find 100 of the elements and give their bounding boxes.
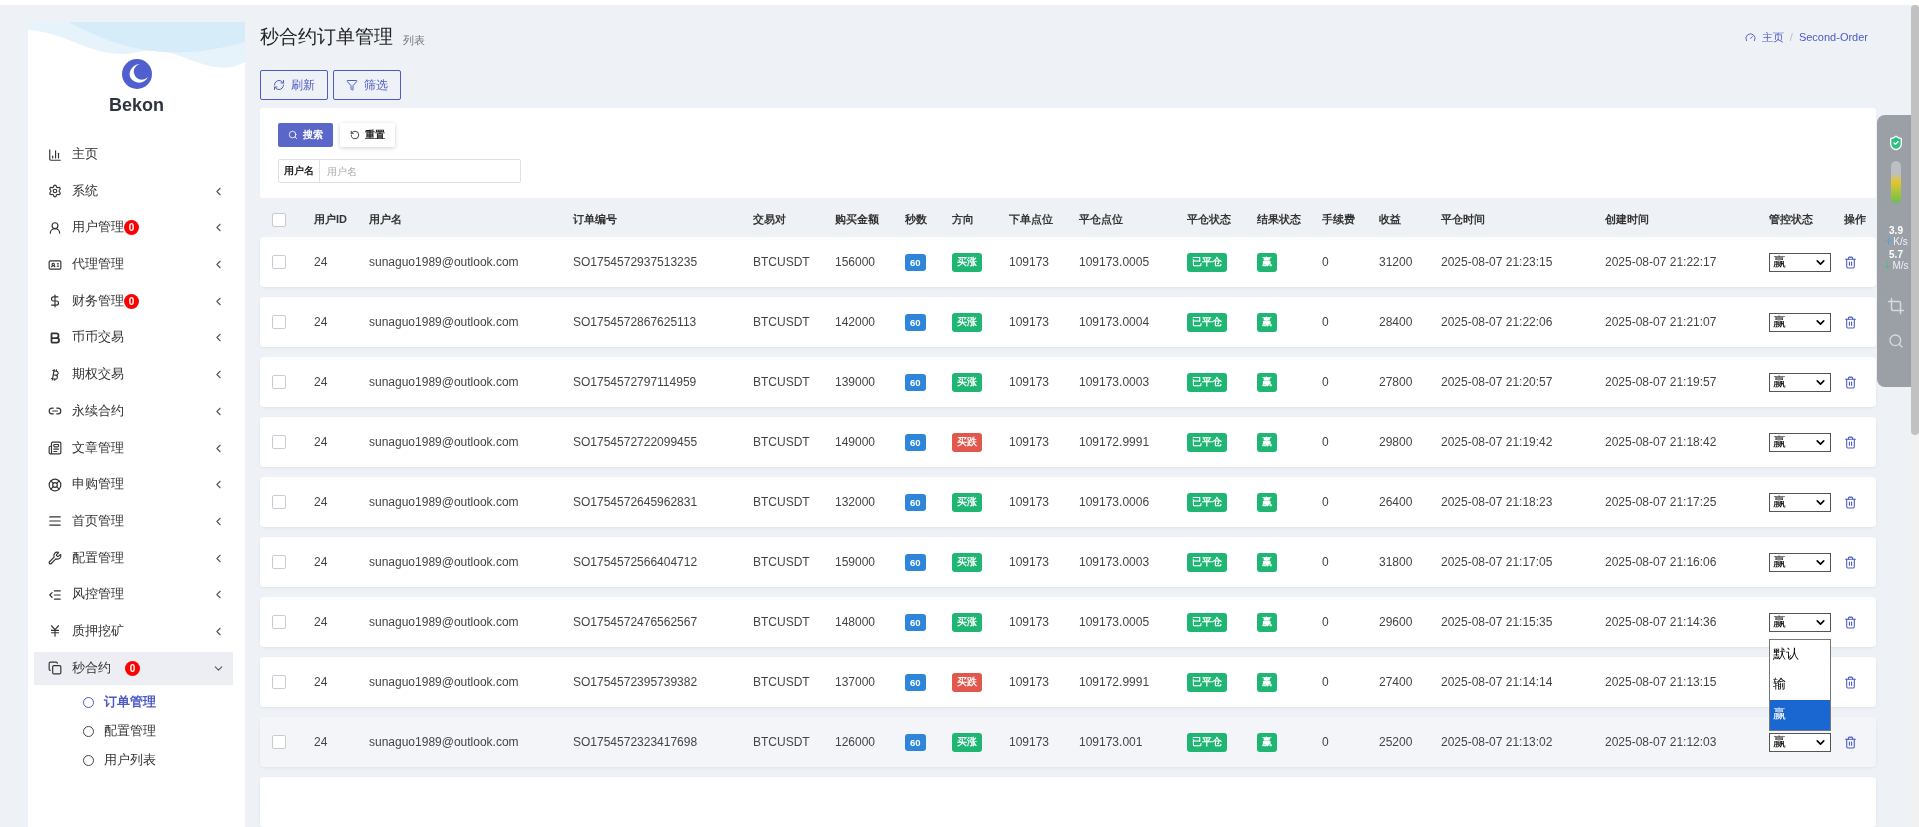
table-cell-text: SO1754572722099455 (573, 435, 699, 449)
count-badge: 0 (124, 293, 139, 309)
select-all-checkbox[interactable] (272, 212, 286, 227)
table-cell-text: 24 (314, 315, 329, 329)
status-badge: 已平仓 (1187, 432, 1227, 452)
result-badge: 赢 (1257, 492, 1277, 512)
shield-icon (1888, 135, 1904, 151)
table-cell-text: 109173.0004 (1079, 315, 1151, 329)
table-cell-text: 29600 (1379, 615, 1414, 629)
column-header: 平仓时间 (1441, 212, 1486, 227)
refresh-button[interactable]: 刷新 (260, 70, 328, 100)
delete-icon[interactable] (1844, 435, 1857, 449)
table-cell-text: 109173.0003 (1079, 555, 1151, 569)
column-header: 手续费 (1322, 212, 1356, 227)
page-subtitle: 列表 (403, 33, 425, 48)
table-cell-text: 2025-08-07 21:20:57 (1441, 375, 1554, 389)
delete-icon[interactable] (1844, 495, 1857, 509)
table-cell-text: 2025-08-07 21:22:06 (1441, 315, 1554, 329)
search-button[interactable]: 搜索 (278, 123, 333, 147)
submenu-item[interactable]: 订单管理 (28, 688, 245, 718)
delete-icon[interactable] (1844, 255, 1857, 269)
table-cell-text: 0 (1322, 315, 1330, 329)
table-cell-text: 2025-08-07 21:18:23 (1441, 495, 1554, 509)
table-cell-text: 2025-08-07 21:19:42 (1441, 435, 1554, 449)
result-badge: 赢 (1257, 552, 1277, 572)
column-header: 订单编号 (573, 212, 618, 227)
table-cell-text: BTCUSDT (753, 435, 811, 449)
row-checkbox[interactable] (272, 375, 286, 389)
control-select[interactable]: 赢 (1769, 252, 1831, 272)
row-checkbox[interactable] (272, 675, 286, 689)
brand-name: Bekon (108, 95, 165, 116)
result-badge: 赢 (1257, 372, 1277, 392)
table-cell-text: 0 (1322, 495, 1330, 509)
row-checkbox[interactable] (272, 435, 286, 449)
status-badge: 已平仓 (1187, 492, 1227, 512)
delete-icon[interactable] (1844, 375, 1857, 389)
table-cell-text: 2025-08-07 21:15:35 (1441, 615, 1554, 629)
delete-icon[interactable] (1844, 315, 1857, 329)
direction-badge: 买涨 (952, 552, 982, 572)
table-cell-text: 109173 (1009, 735, 1051, 749)
row-checkbox[interactable] (272, 315, 286, 329)
table-cell-text: 0 (1322, 675, 1330, 689)
result-badge: 赢 (1257, 732, 1277, 752)
yen-icon (48, 624, 62, 639)
delete-icon[interactable] (1844, 555, 1857, 569)
dollar-icon (48, 294, 62, 309)
upload-unit: K/s (1884, 236, 1908, 247)
row-checkbox[interactable] (272, 555, 286, 569)
seconds-badge: 60 (905, 613, 926, 631)
table-cell-text: 24 (314, 735, 329, 749)
table-cell-text: 0 (1322, 255, 1330, 269)
status-badge: 已平仓 (1187, 612, 1227, 632)
dropdown-option[interactable]: 赢 (1770, 699, 1830, 730)
dashboard-icon (1744, 31, 1756, 43)
table-cell-text: 156000 (835, 255, 877, 269)
breadcrumb-link[interactable]: Second-Order (1798, 31, 1868, 43)
control-select[interactable]: 赢 (1769, 312, 1831, 332)
control-select[interactable]: 赢 (1769, 492, 1831, 512)
indent-icon (48, 587, 62, 602)
username-field[interactable]: 用户名 用户名 (278, 159, 521, 183)
control-select[interactable]: 赢 (1769, 612, 1831, 632)
reset-button[interactable]: 重置 (340, 123, 395, 147)
submenu-item[interactable]: 用户列表 (28, 746, 245, 776)
control-select[interactable]: 赢 (1769, 732, 1831, 752)
submenu-item[interactable]: 配置管理 (28, 717, 245, 747)
seconds-badge: 60 (905, 553, 926, 571)
seconds-badge: 60 (905, 493, 926, 511)
breadcrumb-link[interactable]: 主页 (1761, 29, 1784, 45)
download-speed: 5.7 (1889, 249, 1903, 260)
delete-icon[interactable] (1844, 735, 1857, 749)
row-checkbox[interactable] (272, 615, 286, 629)
control-select[interactable]: 赢 (1769, 372, 1831, 392)
column-header: 用户名 (369, 212, 403, 227)
count-badge: 0 (124, 220, 139, 236)
column-header: 下单点位 (1009, 212, 1054, 227)
direction-badge: 买涨 (952, 612, 982, 632)
delete-icon[interactable] (1844, 675, 1857, 689)
table-cell-text: 26400 (1379, 495, 1414, 509)
scrollbar[interactable] (1911, 5, 1919, 827)
row-checkbox[interactable] (272, 495, 286, 509)
direction-badge: 买涨 (952, 732, 982, 752)
bold-b-icon (48, 330, 62, 345)
crop-icon[interactable] (1887, 297, 1905, 315)
table-cell-text: SO1754572937513235 (573, 255, 699, 269)
status-badge: 已平仓 (1187, 672, 1227, 692)
table-cell-text: 31800 (1379, 555, 1414, 569)
filter-button[interactable]: 筛选 (333, 70, 401, 100)
menu-icon (48, 514, 62, 529)
row-checkbox[interactable] (272, 735, 286, 749)
table-cell-text: 0 (1322, 435, 1330, 449)
sidebar-item[interactable]: 秒合约 0 (34, 651, 233, 685)
table-cell-text: BTCUSDT (753, 315, 811, 329)
search-icon[interactable] (1888, 333, 1904, 349)
control-select[interactable]: 赢 (1769, 432, 1831, 452)
row-checkbox[interactable] (272, 255, 286, 269)
delete-icon[interactable] (1844, 615, 1857, 629)
table-cell-text: 0 (1322, 735, 1330, 749)
column-header: 购买金额 (835, 212, 880, 227)
control-select[interactable]: 赢 (1769, 552, 1831, 572)
table-cell-text: BTCUSDT (753, 735, 811, 749)
